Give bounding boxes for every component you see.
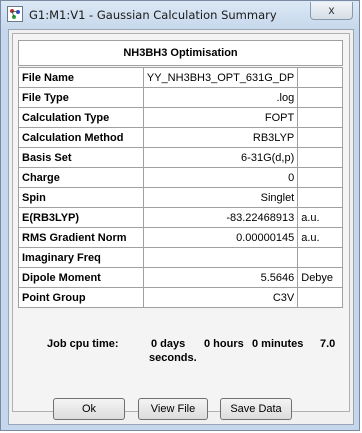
cpu-seconds-label: seconds.	[149, 352, 197, 364]
row-label: Point Group	[18, 287, 144, 308]
summary-table: File Name YY_NH3BH3_OPT_631G_DP File Type.…	[18, 67, 343, 308]
table-row: Imaginary Freq	[18, 247, 343, 268]
row-unit	[297, 167, 343, 188]
row-value: 5.5646	[142, 267, 299, 288]
table-row: Spin Singlet	[18, 187, 343, 208]
title-bar[interactable]: G1:M1:V1 - Gaussian Calculation Summary …	[1, 1, 359, 29]
table-row: RMS Gradient Norm 0.00000145 a.u.	[18, 227, 343, 248]
row-value: 0	[142, 167, 299, 188]
row-value: .log	[142, 87, 299, 108]
row-label: Basis Set	[18, 147, 144, 168]
row-unit	[297, 287, 343, 308]
row-label: File Type	[18, 87, 144, 108]
summary-panel: NH3BH3 Optimisation File Name YY_NH3BH3_O…	[12, 33, 350, 412]
gaussian-summary-window: G1:M1:V1 - Gaussian Calculation Summary …	[0, 0, 360, 431]
table-row: Dipole Moment 5.5646 Debye	[18, 267, 343, 288]
row-value: Singlet	[142, 187, 299, 208]
row-value: RB3LYP	[142, 127, 299, 148]
row-label: E(RB3LYP)	[18, 207, 144, 228]
table-row: E(RB3LYP) -83.22468913 a.u.	[18, 207, 343, 228]
table-row: Charge 0	[18, 167, 343, 188]
row-label: Calculation Method	[18, 127, 144, 148]
close-icon: x	[328, 3, 335, 17]
gaussview-app-icon	[7, 6, 23, 22]
row-unit	[297, 247, 343, 268]
table-row: Calculation Type FOPT	[18, 107, 343, 128]
row-label: Dipole Moment	[18, 267, 144, 288]
row-unit: Debye	[297, 267, 343, 288]
row-unit	[297, 147, 343, 168]
summary-heading: NH3BH3 Optimisation	[18, 40, 343, 66]
row-value: -83.22468913	[142, 207, 299, 228]
table-row: Basis Set 6-31G(d,p)	[18, 147, 343, 168]
row-label: File Name	[18, 67, 144, 88]
row-value	[142, 247, 299, 268]
cpu-seconds-value: 7.0	[320, 338, 336, 350]
row-value: C3V	[142, 287, 299, 308]
table-row: File Name YY_NH3BH3_OPT_631G_DP	[18, 67, 343, 88]
ok-button[interactable]: Ok	[53, 398, 125, 420]
row-unit	[297, 107, 343, 128]
row-unit: a.u.	[297, 207, 343, 228]
row-unit	[297, 187, 343, 208]
row-unit	[297, 87, 343, 108]
table-row: Calculation Method RB3LYP	[18, 127, 343, 148]
row-label: RMS Gradient Norm	[18, 227, 144, 248]
row-value: 6-31G(d,p)	[142, 147, 299, 168]
window-title: G1:M1:V1 - Gaussian Calculation Summary	[29, 8, 277, 22]
row-label: Charge	[18, 167, 144, 188]
row-value: FOPT	[142, 107, 299, 128]
row-unit	[297, 67, 343, 88]
cpu-time-label: Job cpu time:	[47, 338, 119, 350]
job-cpu-time: Job cpu time: 0 days 0 hours 0 minutes 7.0 s…	[31, 338, 341, 364]
button-bar: Ok View File Save Data	[12, 391, 350, 421]
cpu-days: 0 days	[151, 338, 186, 350]
row-unit	[297, 127, 343, 148]
row-value: YY_NH3BH3_OPT_631G_DP	[142, 67, 299, 88]
row-value: 0.00000145	[142, 227, 299, 248]
row-unit: a.u.	[297, 227, 343, 248]
close-button[interactable]: x	[310, 2, 353, 20]
cpu-minutes: 0 minutes	[252, 338, 304, 350]
view-file-button[interactable]: View File	[138, 398, 208, 420]
row-label: Imaginary Freq	[18, 247, 144, 268]
table-row: Point Group C3V	[18, 287, 343, 308]
dialog-client-area: NH3BH3 Optimisation File Name YY_NH3BH3_O…	[8, 29, 354, 425]
cpu-hours: 0 hours	[204, 338, 244, 350]
table-row: File Type .log	[18, 87, 343, 108]
row-label: Calculation Type	[18, 107, 144, 128]
row-label: Spin	[18, 187, 144, 208]
save-data-button[interactable]: Save Data	[220, 398, 292, 420]
